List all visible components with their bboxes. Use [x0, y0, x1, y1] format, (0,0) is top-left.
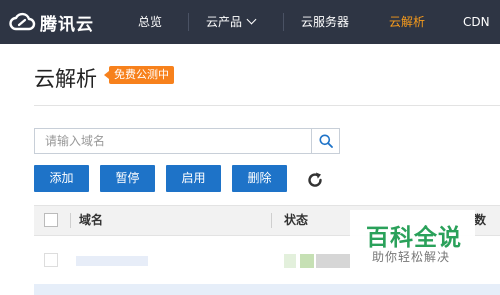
nav-item-dns[interactable]: 云解析: [389, 0, 425, 44]
status-dot: [300, 254, 314, 268]
column-header-domain[interactable]: 域名: [79, 206, 103, 235]
column-divider: [70, 213, 71, 228]
top-nav-bar: 腾讯云 总览 云产品 云服务器 云解析 CDN: [0, 0, 500, 44]
nav-item-products[interactable]: 云产品: [206, 0, 257, 44]
nav-item-cdn[interactable]: CDN: [463, 0, 490, 44]
watermark-subtitle: 助你轻松解决: [372, 250, 451, 264]
nav-item-products-label: 云产品: [206, 15, 243, 29]
domain-search-box: [34, 128, 340, 154]
nav-item-overview[interactable]: 总览: [138, 0, 162, 44]
chevron-down-icon: [246, 14, 257, 25]
cloud-logo-icon: [9, 12, 36, 31]
title-divider: [34, 105, 500, 106]
beta-badge: 免费公测中: [104, 66, 174, 84]
enable-button[interactable]: 启用: [166, 165, 221, 192]
watermark: 百科全说 助你轻松解决: [350, 210, 475, 274]
column-header-status[interactable]: 状态: [284, 206, 308, 235]
select-all-checkbox[interactable]: [44, 213, 58, 227]
delete-button[interactable]: 删除: [232, 165, 287, 192]
row-checkbox[interactable]: [44, 253, 58, 267]
nav-divider: [188, 13, 189, 31]
column-divider: [271, 213, 272, 228]
domain-search-input[interactable]: [35, 129, 313, 153]
brand-name: 腾讯云: [40, 14, 94, 35]
pause-button[interactable]: 暂停: [100, 165, 155, 192]
refresh-icon[interactable]: [305, 170, 325, 190]
column-header-count[interactable]: 数: [474, 206, 486, 235]
nav-divider: [283, 13, 284, 31]
page-title: 云解析: [34, 67, 97, 91]
redacted-domain: [76, 256, 148, 266]
redacted-status-text: [316, 254, 350, 268]
search-button[interactable]: [311, 129, 339, 153]
nav-item-cvm[interactable]: 云服务器: [301, 0, 349, 44]
next-row-highlight: [34, 284, 500, 295]
redacted-status: [284, 254, 296, 268]
brand-logo[interactable]: 腾讯云: [8, 10, 94, 35]
add-button[interactable]: 添加: [34, 165, 89, 192]
search-icon: [319, 134, 333, 148]
watermark-title: 百科全说: [366, 225, 462, 251]
